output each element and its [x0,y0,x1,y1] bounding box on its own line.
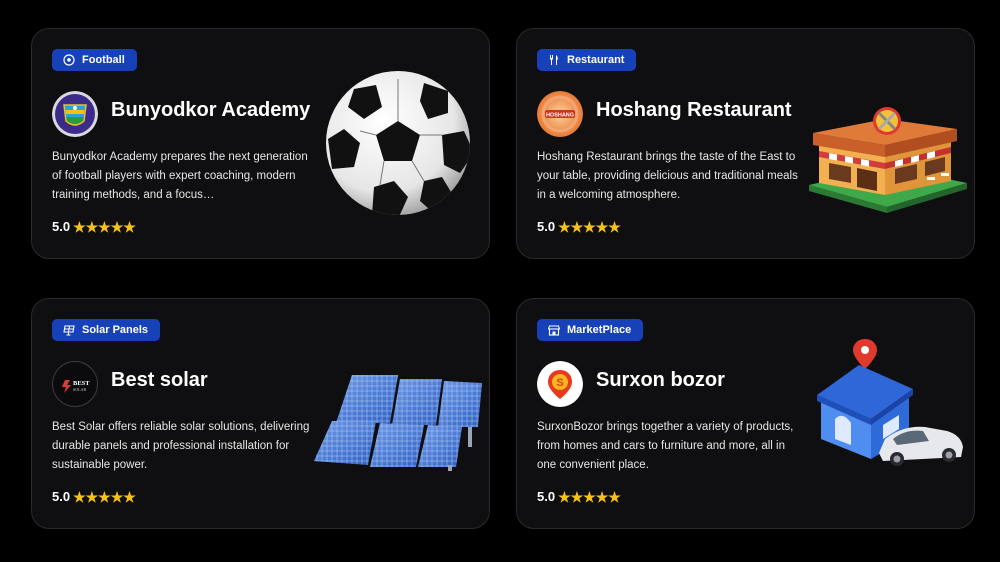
business-card-bunyodkor[interactable]: Football Bunyodkor Academy Bunyodkor Aca… [31,28,490,259]
svg-text:HOSHANG: HOSHANG [546,113,574,119]
rating: 5.0 ★★★★★ [52,219,136,234]
category-label: Restaurant [567,54,625,66]
rating: 5.0 ★★★★★ [537,219,621,234]
fork-knife-icon [550,55,558,65]
business-logo: S [537,361,583,407]
solar-panels-illustration [314,375,482,471]
svg-text:S: S [556,377,563,389]
business-description: SurxonBozor brings together a variety of… [537,421,794,471]
business-title: Best solar [111,369,208,391]
business-title: Bunyodkor Academy [111,99,311,121]
category-tag[interactable]: MarketPlace [537,319,644,341]
rating-stars: ★★★★★ [558,218,621,235]
business-description: Bunyodkor Academy prepares the next gene… [52,151,308,201]
rating-value: 5.0 [52,219,71,234]
storefront-icon [548,325,560,336]
business-title: Surxon bozor [596,369,725,391]
category-label: Football [82,54,125,66]
solar-panel-icon [63,325,75,336]
business-description: Hoshang Restaurant brings the taste of t… [537,151,798,201]
rating: 5.0 ★★★★★ [537,489,621,504]
business-title: Hoshang Restaurant [596,99,792,121]
category-label: Solar Panels [82,324,149,336]
business-description: Best Solar offers reliable solar solutio… [52,421,310,471]
restaurant-building-illustration [809,107,967,213]
rating-stars: ★★★★★ [558,488,621,505]
house-and-car-illustration [817,339,963,466]
svg-text:BEST: BEST [73,380,90,387]
business-logo: HOSHANG [537,91,583,137]
category-tag[interactable]: Solar Panels [52,319,161,341]
category-label: MarketPlace [567,324,632,336]
soccer-ball-icon [63,54,75,66]
business-card-hoshang[interactable]: Restaurant HOSHANG Hoshang Restaurant Ho… [516,28,975,259]
soccer-ball-illustration [326,71,470,215]
rating-value: 5.0 [52,489,71,504]
rating-stars: ★★★★★ [73,218,136,235]
business-logo [52,91,98,137]
rating: 5.0 ★★★★★ [52,489,136,504]
svg-text:SOLAR: SOLAR [73,387,86,392]
rating-value: 5.0 [537,489,556,504]
category-tag[interactable]: Football [52,49,137,71]
rating-value: 5.0 [537,219,556,234]
business-card-best-solar[interactable]: Solar Panels BEST SOLAR Best solar Best … [31,298,490,529]
category-tag[interactable]: Restaurant [537,49,637,71]
rating-stars: ★★★★★ [73,488,136,505]
business-logo: BEST SOLAR [52,361,98,407]
business-card-surxon-bozor[interactable]: MarketPlace S Surxon bozor SurxonBozor b… [516,298,975,529]
